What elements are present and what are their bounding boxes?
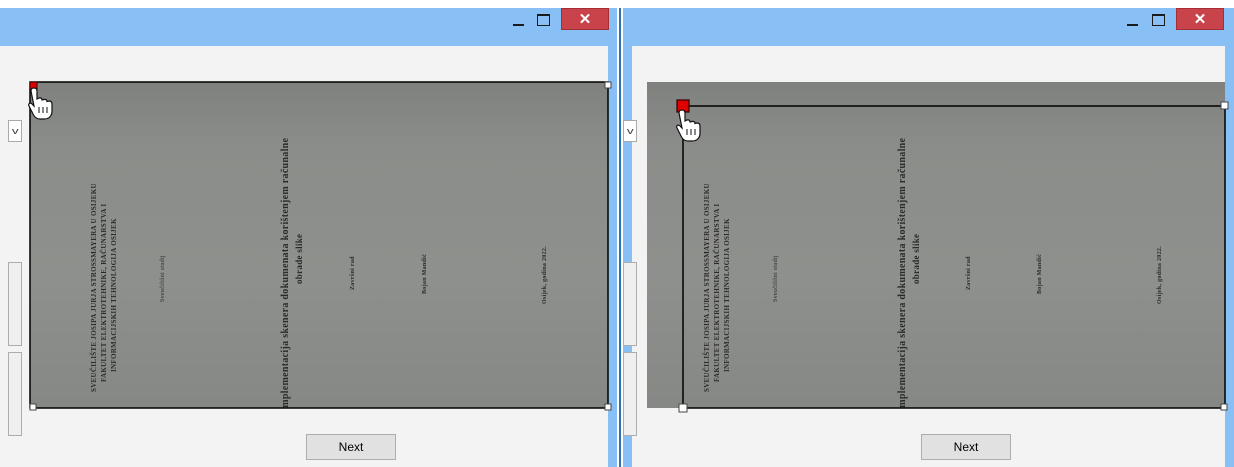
corner-handle-bottom-left[interactable] <box>678 403 688 413</box>
title-bar[interactable]: ✕ <box>0 8 617 46</box>
corner-handle-bottom-right[interactable] <box>604 403 612 411</box>
crop-overlay <box>676 99 1229 413</box>
close-icon: ✕ <box>578 10 592 28</box>
minimize-icon <box>512 24 524 26</box>
client-area: v SVEUČILIŠTE JOSIPA JURJA STROSSMAYERA … <box>0 46 612 467</box>
close-button[interactable]: ✕ <box>1176 8 1224 30</box>
right-window: ✕ v SVEUČILIŠTE JOSIPA JURJA STROSSMAYER… <box>623 8 1234 467</box>
crop-outline <box>29 81 609 409</box>
close-button[interactable]: ✕ <box>561 8 609 30</box>
next-button[interactable]: Next <box>306 434 396 460</box>
maximize-icon <box>1151 14 1165 26</box>
close-icon: ✕ <box>1193 10 1207 28</box>
hand-pointer-icon <box>28 87 53 120</box>
client-area: v SVEUČILIŠTE JOSIPA JURJA STROSSMAYERA … <box>623 46 1229 467</box>
corner-handle-top-right[interactable] <box>604 81 612 89</box>
crop-outline <box>682 105 1226 409</box>
title-bar[interactable]: ✕ <box>623 8 1234 46</box>
crop-overlay <box>28 81 612 411</box>
maximize-icon <box>536 14 550 26</box>
window-separator <box>619 8 621 467</box>
minimize-button[interactable] <box>1119 8 1145 32</box>
maximize-button[interactable] <box>530 8 556 32</box>
corner-handle-bottom-left[interactable] <box>29 403 37 411</box>
minimize-icon <box>1126 24 1138 26</box>
minimize-button[interactable] <box>505 8 531 32</box>
next-button[interactable]: Next <box>921 434 1011 460</box>
maximize-button[interactable] <box>1145 8 1171 32</box>
corner-handle-bottom-right[interactable] <box>1220 403 1228 411</box>
hand-pointer-icon <box>676 109 701 142</box>
left-window: ✕ v SVEUČILIŠTE JOSIPA JURJA STROSSMAYER… <box>0 8 617 467</box>
corner-handle-top-right[interactable] <box>1220 101 1229 110</box>
